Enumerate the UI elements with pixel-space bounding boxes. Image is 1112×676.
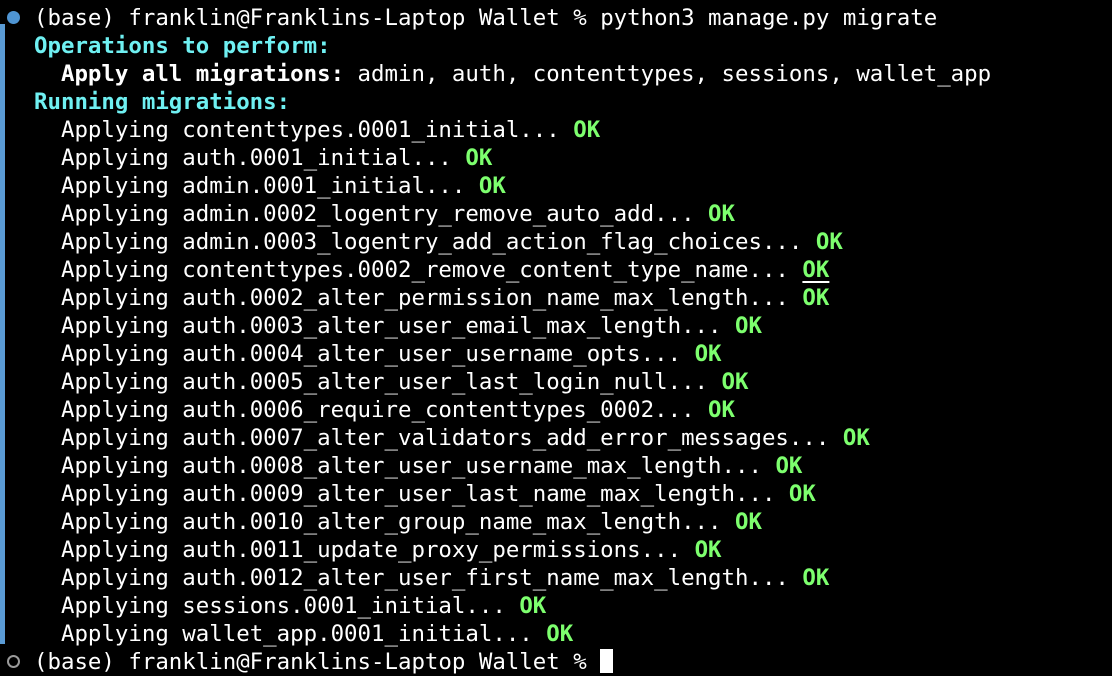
ok-status: OK bbox=[842, 425, 870, 451]
migration-row: Applying auth.0004_alter_user_username_o… bbox=[34, 340, 722, 368]
ok-status: OK bbox=[735, 313, 762, 339]
prompt-status-marker bbox=[7, 655, 20, 668]
ok-status: OK bbox=[478, 173, 506, 199]
ok-status: OK bbox=[519, 593, 547, 619]
ok-status: OK bbox=[546, 621, 574, 647]
migration-prefix: Applying bbox=[60, 537, 183, 563]
migration-prefix: Applying bbox=[60, 565, 183, 591]
command-line: (base) franklin@Franklins-Laptop Wallet … bbox=[34, 4, 937, 32]
migration-row: Applying admin.0003_logentry_add_action_… bbox=[34, 228, 843, 256]
ok-status: OK bbox=[573, 117, 601, 143]
ok-status: OK bbox=[735, 509, 762, 535]
apply-apps: admin, auth, contenttypes, sessions, wal… bbox=[344, 61, 992, 87]
migration-name: auth.0009_alter_user_last_name_max_lengt… bbox=[182, 481, 789, 507]
migration-row: Applying wallet_app.0001_initial... OK bbox=[34, 620, 573, 648]
migration-prefix: Applying bbox=[60, 453, 183, 479]
migration-row: Applying auth.0006_require_contenttypes_… bbox=[34, 396, 735, 424]
migration-name: auth.0008_alter_user_username_max_length… bbox=[182, 453, 776, 479]
ok-status: OK bbox=[815, 229, 843, 255]
migration-prefix: Applying bbox=[60, 257, 183, 283]
migration-prefix: Applying bbox=[60, 341, 183, 367]
migration-name: admin.0002_logentry_remove_auto_add... bbox=[182, 201, 709, 227]
operations-header: Operations to perform: bbox=[34, 33, 331, 59]
migration-row: Applying auth.0002_alter_permission_name… bbox=[34, 284, 829, 312]
migration-name: admin.0003_logentry_add_action_flag_choi… bbox=[182, 229, 816, 255]
migration-name: auth.0007_alter_validators_add_error_mes… bbox=[182, 425, 843, 451]
migration-name: admin.0001_initial... bbox=[182, 173, 479, 199]
migration-row: Applying admin.0001_initial... OK bbox=[34, 172, 506, 200]
migration-prefix: Applying bbox=[60, 369, 183, 395]
migration-prefix: Applying bbox=[60, 285, 183, 311]
ok-status: OK bbox=[708, 397, 735, 423]
ok-status: OK bbox=[694, 341, 722, 367]
final-prompt-line[interactable]: (base) franklin@Franklins-Laptop Wallet … bbox=[34, 648, 614, 676]
ok-status: OK bbox=[721, 369, 749, 395]
migration-name: contenttypes.0002_remove_content_type_na… bbox=[182, 257, 803, 283]
migration-row: Applying admin.0002_logentry_remove_auto… bbox=[34, 200, 735, 228]
migration-row: Applying auth.0007_alter_validators_add_… bbox=[34, 424, 870, 452]
apply-label: Apply all migrations: bbox=[60, 61, 345, 87]
migration-name: sessions.0001_initial... bbox=[182, 593, 520, 619]
migration-row: Applying auth.0010_alter_group_name_max_… bbox=[34, 508, 762, 536]
apply-line: Apply all migrations: admin, auth, conte… bbox=[34, 60, 991, 88]
migration-row: Applying auth.0012_alter_user_first_name… bbox=[34, 564, 829, 592]
migration-name: wallet_app.0001_initial... bbox=[182, 621, 547, 647]
migration-prefix: Applying bbox=[60, 481, 183, 507]
command-block-bar bbox=[0, 24, 5, 644]
ok-status: OK bbox=[465, 145, 493, 171]
migration-name: auth.0011_update_proxy_permissions... bbox=[182, 537, 695, 563]
migration-name: auth.0003_alter_user_email_max_length... bbox=[182, 313, 735, 339]
migration-name: auth.0006_require_contenttypes_0002... bbox=[182, 397, 709, 423]
migration-prefix: Applying bbox=[60, 173, 183, 199]
running-header: Running migrations: bbox=[34, 89, 291, 115]
migration-row: Applying auth.0005_alter_user_last_login… bbox=[34, 368, 749, 396]
command-status-marker bbox=[7, 11, 20, 24]
migration-row: Applying auth.0009_alter_user_last_name_… bbox=[34, 480, 816, 508]
migration-prefix: Applying bbox=[60, 313, 183, 339]
migration-name: auth.0004_alter_user_username_opts... bbox=[182, 341, 695, 367]
migration-name: auth.0002_alter_permission_name_max_leng… bbox=[182, 285, 803, 311]
migration-name: contenttypes.0001_initial... bbox=[182, 117, 574, 143]
migration-name: auth.0005_alter_user_last_login_null... bbox=[182, 369, 722, 395]
migration-row: Applying auth.0003_alter_user_email_max_… bbox=[34, 312, 762, 340]
migration-row: Applying sessions.0001_initial... OK bbox=[34, 592, 546, 620]
migration-row: Applying auth.0008_alter_user_username_m… bbox=[34, 452, 802, 480]
ok-status: OK bbox=[708, 201, 735, 227]
ok-status: OK bbox=[775, 453, 803, 479]
ok-status: OK bbox=[694, 537, 722, 563]
ok-status: OK bbox=[802, 285, 830, 311]
command-text: python3 manage.py migrate bbox=[600, 5, 938, 31]
migration-row: Applying auth.0011_update_proxy_permissi… bbox=[34, 536, 722, 564]
migration-prefix: Applying bbox=[60, 425, 183, 451]
text-cursor bbox=[600, 649, 614, 673]
terminal-window[interactable]: (base) franklin@Franklins-Laptop Wallet … bbox=[0, 0, 1112, 676]
migration-prefix: Applying bbox=[60, 201, 183, 227]
migration-prefix: Applying bbox=[60, 229, 183, 255]
migration-prefix: Applying bbox=[60, 145, 183, 171]
migration-row: Applying contenttypes.0001_initial... OK bbox=[34, 116, 600, 144]
migration-prefix: Applying bbox=[60, 509, 183, 535]
ok-status: OK bbox=[802, 257, 830, 283]
migration-prefix: Applying bbox=[60, 593, 183, 619]
migration-row: Applying auth.0001_initial... OK bbox=[34, 144, 492, 172]
ok-status: OK bbox=[788, 481, 816, 507]
migration-row: Applying contenttypes.0002_remove_conten… bbox=[34, 256, 829, 284]
final-prompt-text: (base) franklin@Franklins-Laptop Wallet … bbox=[34, 649, 601, 675]
migration-prefix: Applying bbox=[60, 621, 183, 647]
migration-name: auth.0010_alter_group_name_max_length... bbox=[182, 509, 735, 535]
migration-prefix: Applying bbox=[60, 117, 183, 143]
migration-prefix: Applying bbox=[60, 397, 183, 423]
migration-name: auth.0001_initial... bbox=[182, 145, 466, 171]
prompt-text: (base) franklin@Franklins-Laptop Wallet … bbox=[34, 5, 601, 31]
ok-status: OK bbox=[802, 565, 830, 591]
migration-name: auth.0012_alter_user_first_name_max_leng… bbox=[182, 565, 803, 591]
